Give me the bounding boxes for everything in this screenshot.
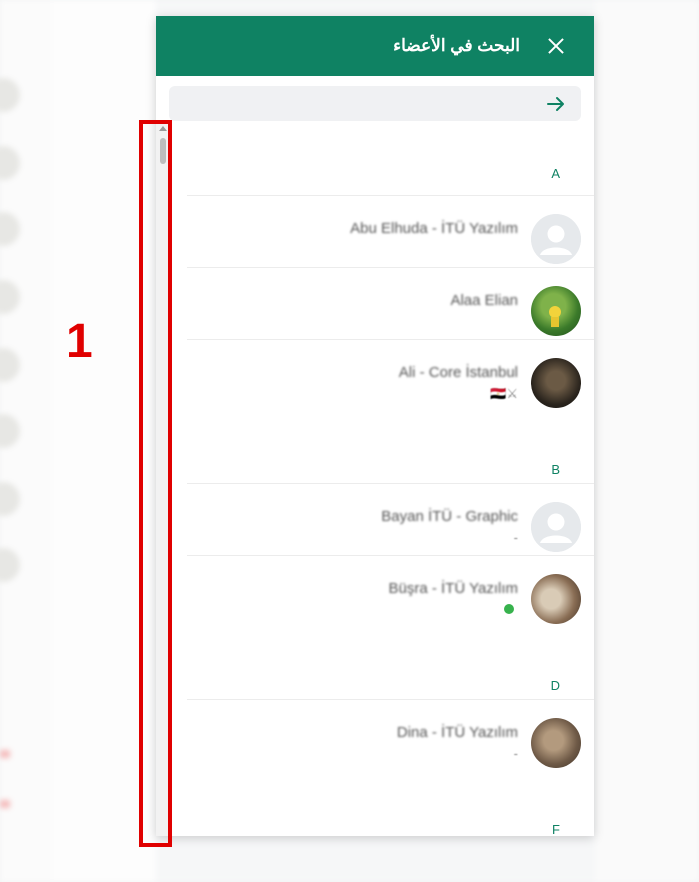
member-item[interactable]: Bayan İTÜ - Graphic - (169, 492, 594, 562)
member-status-text: 🇪🇬⚔ (490, 386, 518, 401)
default-avatar-icon (531, 214, 581, 264)
member-photo-avatar (531, 574, 581, 624)
divider (187, 339, 594, 340)
member-item[interactable]: Büşra - İTÜ Yazılım (169, 564, 594, 634)
group-letter-f: F (552, 822, 560, 836)
member-status-text: - (513, 746, 518, 761)
annotation-label: 1 (66, 315, 93, 368)
divider (187, 483, 594, 484)
group-letter-b: B (551, 462, 560, 477)
background-left-column (0, 0, 53, 882)
member-photo-avatar (531, 286, 581, 336)
member-name: Ali - Core İstanbul (398, 364, 518, 381)
annotation-highlight-box (139, 120, 172, 847)
search-input[interactable] (179, 86, 533, 123)
member-status-text: - (513, 530, 518, 545)
background-right-column (595, 0, 699, 882)
member-search-panel: البحث في الأعضاء A Abu Elhuda - İTÜ Yazı… (156, 16, 594, 836)
member-item[interactable]: Ali - Core İstanbul 🇪🇬⚔ (169, 348, 594, 418)
member-name: Abu Elhuda - İTÜ Yazılım (350, 220, 518, 237)
member-name: Dina - İTÜ Yazılım (396, 724, 518, 741)
panel-header: البحث في الأعضاء (156, 16, 594, 76)
group-letter-d: D (550, 678, 560, 693)
member-photo-avatar (531, 718, 581, 768)
divider (187, 267, 594, 268)
member-name: Alaa Elian (450, 292, 518, 309)
divider (187, 555, 594, 556)
arrow-right-icon[interactable] (545, 93, 567, 115)
divider (187, 699, 594, 700)
member-list: A Abu Elhuda - İTÜ Yazılım Alaa Elian Al… (169, 124, 594, 836)
divider (187, 195, 594, 196)
panel-title: البحث في الأعضاء (393, 36, 520, 55)
search-bar (169, 86, 581, 123)
group-letter-a: A (551, 166, 560, 181)
member-photo-avatar (531, 358, 581, 408)
member-item[interactable]: Abu Elhuda - İTÜ Yazılım (169, 204, 594, 274)
member-item[interactable]: Dina - İTÜ Yazılım - (169, 708, 594, 778)
close-icon[interactable] (546, 36, 566, 56)
default-avatar-icon (531, 502, 581, 552)
member-name: Bayan İTÜ - Graphic (381, 508, 518, 525)
member-item[interactable]: Alaa Elian (169, 276, 594, 346)
online-status-dot (504, 604, 514, 614)
member-name: Büşra - İTÜ Yazılım (388, 580, 518, 597)
